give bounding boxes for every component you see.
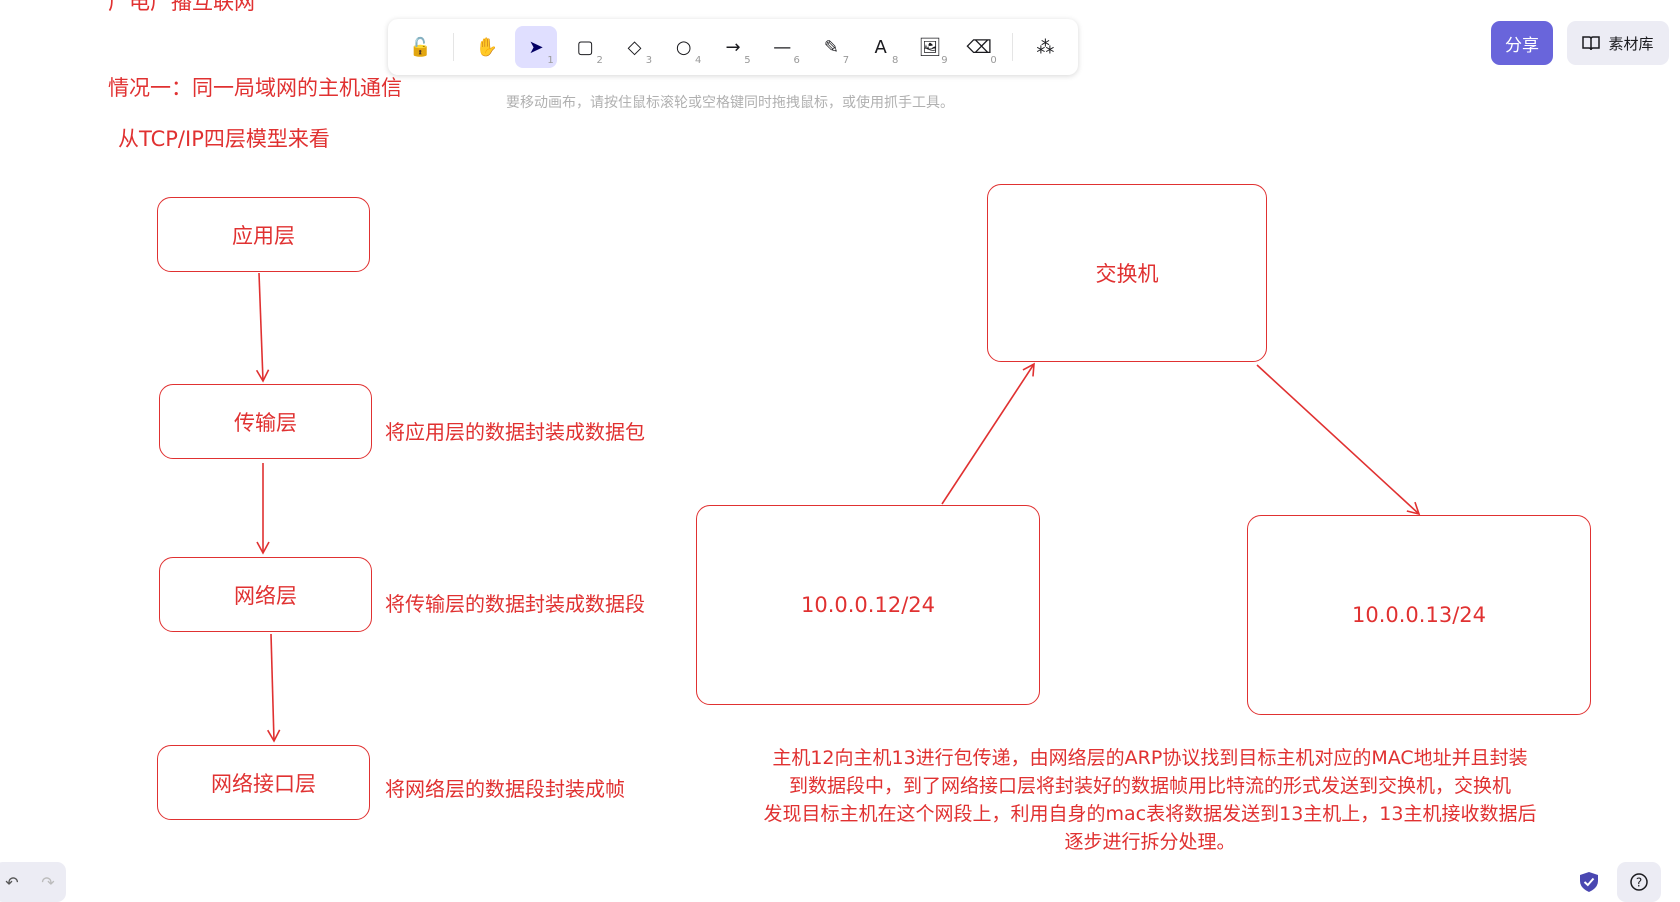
tool-ellipse[interactable]: ○ 4 — [663, 26, 704, 68]
arrow-icon: → — [725, 36, 741, 58]
canvas-hint: 要移动画布，请按住鼠标滚轮或空格键同时拖拽鼠标，或使用抓手工具。 — [506, 95, 954, 111]
tool-more[interactable]: ⁂ — [1025, 26, 1066, 68]
tool-line[interactable]: —6 — [762, 26, 803, 68]
library-button[interactable]: 素材库 — [1567, 21, 1669, 65]
help-button[interactable]: ? — [1617, 862, 1661, 902]
text-icon: A — [874, 36, 887, 58]
image-icon: 🖼 — [918, 36, 942, 58]
shortcut-key: 1 — [547, 55, 554, 66]
tool-text[interactable]: A8 — [860, 26, 901, 68]
shortcut-key: 8 — [891, 55, 899, 66]
tool-lock[interactable]: 🔓 — [400, 26, 441, 68]
undo-redo-bar: ↶ ↷ — [0, 862, 66, 902]
hand-icon: ✋ — [475, 36, 499, 58]
tool-hand[interactable]: ✋ — [466, 26, 507, 68]
tool-eraser[interactable]: ⌫ 0 — [959, 26, 1000, 68]
shortcut-key: 7 — [842, 55, 850, 66]
rectangle-icon: ▢ — [576, 36, 594, 58]
shortcut-key: 6 — [793, 55, 800, 66]
shapes-icon: ⁂ — [1036, 36, 1055, 58]
tool-image[interactable]: 🖼 9 — [909, 26, 950, 68]
book-icon — [1582, 36, 1601, 51]
pencil-icon: ✎ — [823, 36, 840, 58]
help-icon: ? — [1630, 873, 1648, 891]
line-icon: — — [773, 36, 792, 58]
library-label: 素材库 — [1608, 34, 1654, 53]
arrow-host12-to-switch[interactable] — [941, 362, 1035, 505]
svg-text:?: ? — [1636, 876, 1642, 890]
tool-diamond[interactable]: ◇ 3 — [614, 26, 655, 68]
shortcut-key: 3 — [645, 55, 653, 66]
tool-draw[interactable]: ✎ 7 — [811, 26, 852, 68]
tool-arrow[interactable]: → 5 — [712, 26, 753, 68]
arrow-network-to-interface[interactable] — [267, 633, 281, 743]
shortcut-key: 5 — [744, 55, 751, 66]
diamond-icon: ◇ — [627, 36, 642, 58]
toolbar-separator — [453, 33, 455, 61]
shortcut-key: 4 — [695, 55, 702, 66]
main-toolbar: 🔓 ✋ ➤ 1 ▢ 2 ◇ 3 ○ 4 → 5—6 ✎ 7 A 8 🖼 9 ⌫ 0 ⁂ — [388, 19, 1078, 75]
ellipse-icon: ○ — [675, 36, 692, 58]
arrow-layer — [255, 272, 1421, 743]
arrow-app-to-transport[interactable] — [255, 272, 270, 383]
tool-selection[interactable]: ➤ 1 — [515, 26, 557, 68]
eraser-icon: ⌫ — [966, 36, 992, 58]
tool-rectangle[interactable]: ▢ 2 — [565, 26, 606, 68]
arrow-switch-to-host13[interactable] — [1256, 364, 1421, 516]
lock-icon: 🔓 — [409, 36, 432, 58]
shortcut-key: 0 — [990, 55, 997, 66]
shield-check-icon[interactable] — [1578, 871, 1600, 893]
share-button[interactable]: 分享 — [1491, 21, 1553, 65]
shortcut-key: 2 — [596, 55, 603, 66]
shortcut-key: 9 — [941, 55, 948, 66]
toolbar-separator — [1011, 33, 1013, 61]
cursor-icon: ➤ — [528, 36, 544, 58]
